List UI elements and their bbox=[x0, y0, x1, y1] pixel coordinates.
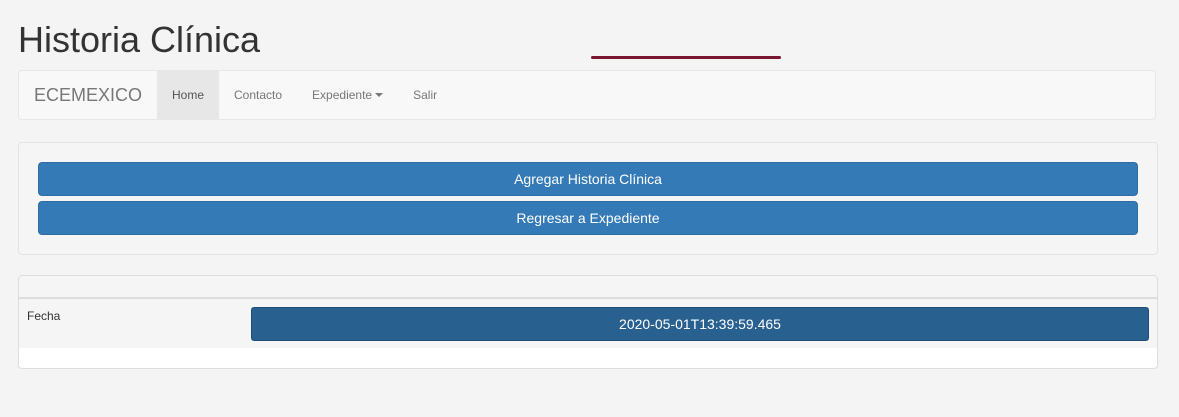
nav-item-home[interactable]: Home bbox=[157, 71, 220, 119]
navbar: ECEMEXICO Home Contacto Expediente Salir bbox=[18, 70, 1156, 120]
history-table: Fecha 2020-05-01T13:39:59.465 bbox=[18, 275, 1158, 369]
nav-item-contacto[interactable]: Contacto bbox=[219, 71, 297, 119]
nav-item-salir-label: Salir bbox=[413, 88, 438, 102]
navbar-brand[interactable]: ECEMEXICO bbox=[19, 71, 157, 119]
add-clinical-history-button[interactable]: Agregar Historia Clínica bbox=[38, 162, 1138, 196]
caret-down-icon bbox=[375, 93, 384, 97]
nav-item-home-label: Home bbox=[172, 88, 205, 102]
back-to-record-button[interactable]: Regresar a Expediente bbox=[38, 201, 1138, 235]
date-value-button[interactable]: 2020-05-01T13:39:59.465 bbox=[251, 307, 1149, 341]
nav-item-contacto-label: Contacto bbox=[234, 88, 283, 102]
date-label: Fecha bbox=[27, 309, 61, 323]
actions-panel: Agregar Historia Clínica Regresar a Expe… bbox=[18, 142, 1158, 255]
nav-item-expediente-dropdown[interactable]: Expediente bbox=[297, 71, 398, 119]
nav-item-expediente-label: Expediente bbox=[312, 88, 373, 102]
table-row: Fecha 2020-05-01T13:39:59.465 bbox=[19, 299, 1157, 348]
nav-item-salir[interactable]: Salir bbox=[398, 71, 452, 119]
annotation-underline bbox=[591, 56, 781, 59]
table-header bbox=[19, 276, 1157, 299]
page-title: Historia Clínica bbox=[18, 19, 261, 60]
